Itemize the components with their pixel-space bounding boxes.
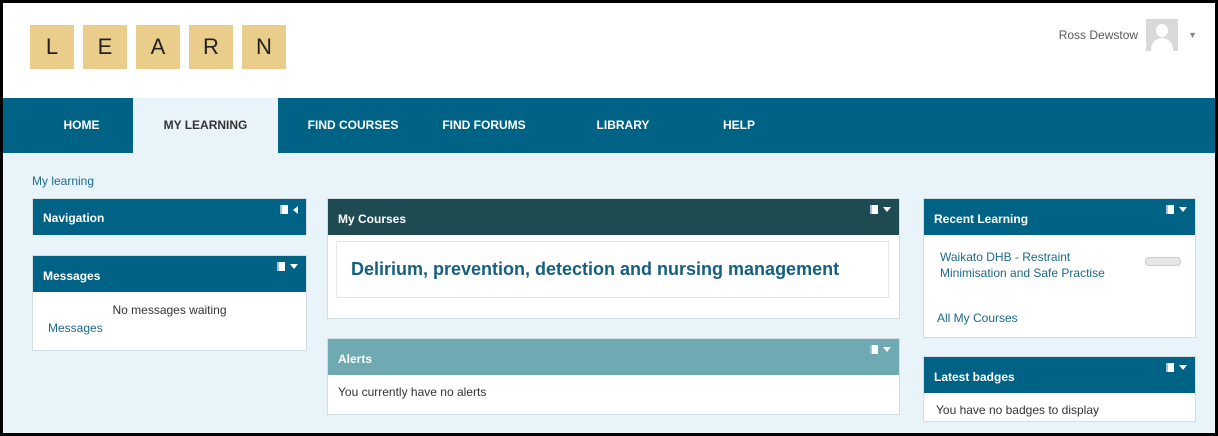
messages-block-header: Messages	[33, 256, 306, 292]
chevron-down-icon[interactable]	[883, 347, 891, 352]
block-controls	[1166, 363, 1187, 372]
latest-badges-block-header: Latest badges	[924, 357, 1195, 393]
nav-help[interactable]: HELP	[709, 98, 769, 153]
block-controls	[1166, 205, 1187, 214]
chevron-down-icon[interactable]	[1179, 365, 1187, 370]
chevron-down-icon[interactable]	[883, 207, 891, 212]
page-frame: L E A R N Ross Dewstow ▼ HOME MY LEARNIN…	[0, 0, 1218, 436]
dock-icon[interactable]	[277, 262, 285, 271]
dock-icon[interactable]	[870, 205, 878, 214]
breadcrumb[interactable]: My learning	[32, 174, 94, 188]
recent-course-line-2: Minimisation and Safe Practise	[940, 266, 1105, 280]
all-my-courses-link[interactable]: All My Courses	[937, 311, 1018, 325]
nav-find-forums[interactable]: FIND FORUMS	[428, 98, 540, 153]
recent-course-link[interactable]: Waikato DHB - Restraint Minimisation and…	[940, 249, 1105, 281]
logo-tile-a[interactable]: A	[136, 25, 180, 69]
no-badges-text: You have no badges to display	[936, 403, 1100, 417]
block-controls	[870, 205, 891, 214]
latest-badges-block: Latest badges You have no badges to disp…	[923, 356, 1196, 422]
alerts-block: Alerts You currently have no alerts	[327, 338, 900, 415]
my-courses-block-title: My Courses	[338, 212, 407, 226]
chevron-down-icon[interactable]: ▼	[1188, 30, 1197, 40]
logo-tile-r[interactable]: R	[189, 25, 233, 69]
messages-block-title: Messages	[43, 269, 101, 283]
user-menu[interactable]: Ross Dewstow ▼	[1059, 19, 1197, 51]
dock-icon[interactable]	[1166, 363, 1174, 372]
latest-badges-block-title: Latest badges	[934, 370, 1015, 384]
recent-learning-block-header: Recent Learning	[924, 199, 1195, 235]
block-controls	[280, 205, 298, 214]
logo-tile-n[interactable]: N	[242, 25, 286, 69]
no-alerts-text: You currently have no alerts	[338, 385, 487, 399]
top-bar: L E A R N Ross Dewstow ▼	[3, 3, 1215, 98]
navigation-block-title: Navigation	[43, 211, 105, 225]
no-messages-text: No messages waiting	[112, 303, 227, 317]
avatar[interactable]	[1146, 19, 1179, 51]
logo-tile-l[interactable]: L	[30, 25, 74, 69]
main-nav: HOME MY LEARNING FIND COURSES FIND FORUM…	[3, 98, 1215, 153]
course-card: Delirium, prevention, detection and nurs…	[336, 241, 889, 298]
block-controls	[277, 262, 298, 271]
alerts-block-header: Alerts	[328, 339, 899, 375]
chevron-left-icon[interactable]	[293, 205, 298, 214]
recent-learning-block: Recent Learning Waikato DHB - Restraint …	[923, 198, 1196, 338]
dock-icon[interactable]	[280, 205, 288, 214]
chevron-down-icon[interactable]	[1179, 207, 1187, 212]
messages-block: Messages No messages waiting Messages	[32, 255, 307, 351]
user-name[interactable]: Ross Dewstow	[1059, 28, 1138, 42]
course-title-link[interactable]: Delirium, prevention, detection and nurs…	[351, 259, 839, 280]
dock-icon[interactable]	[1166, 205, 1174, 214]
my-courses-block-header: My Courses	[328, 199, 899, 235]
nav-home[interactable]: HOME	[30, 98, 133, 153]
nav-library[interactable]: LIBRARY	[589, 98, 657, 153]
avatar-head	[1156, 24, 1169, 37]
course-progress-bar	[1145, 257, 1181, 266]
recent-learning-block-title: Recent Learning	[934, 212, 1029, 226]
avatar-body	[1151, 38, 1174, 51]
nav-my-learning[interactable]: MY LEARNING	[133, 98, 278, 153]
recent-course-line-1: Waikato DHB - Restraint	[940, 250, 1071, 264]
block-controls	[870, 345, 891, 354]
chevron-down-icon[interactable]	[290, 264, 298, 269]
alerts-block-title: Alerts	[338, 352, 373, 366]
navigation-block: Navigation	[32, 198, 307, 235]
messages-link[interactable]: Messages	[48, 321, 103, 335]
dock-icon[interactable]	[870, 345, 878, 354]
my-courses-block: My Courses Delirium, prevention, detecti…	[327, 198, 900, 319]
navigation-block-header: Navigation	[33, 199, 306, 235]
nav-find-courses[interactable]: FIND COURSES	[293, 98, 413, 153]
logo-tile-e[interactable]: E	[83, 25, 127, 69]
